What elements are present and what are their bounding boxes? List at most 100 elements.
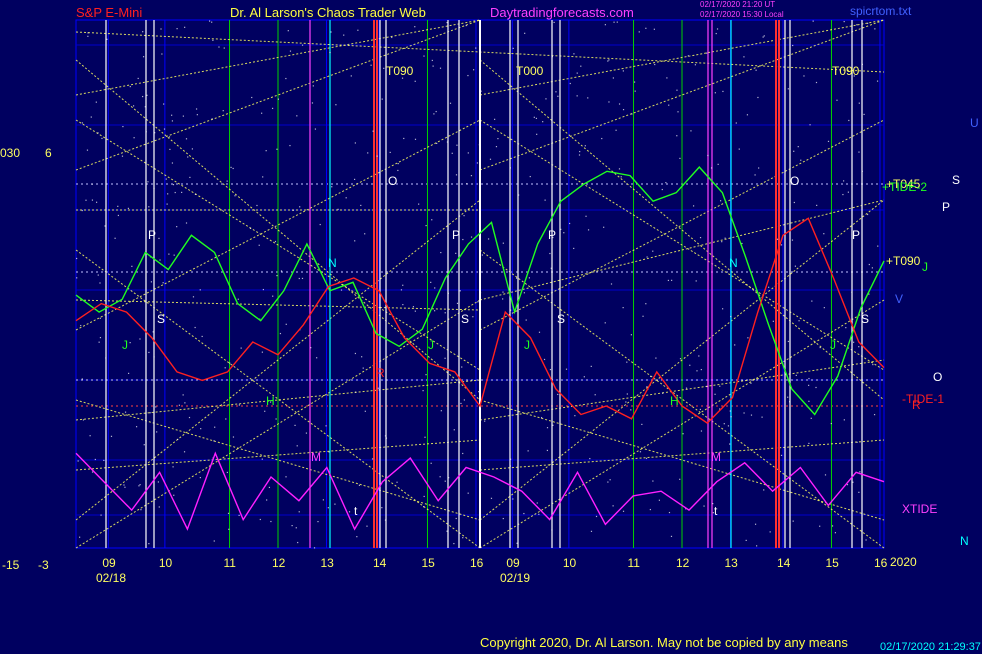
star-dot: [856, 24, 858, 26]
star-dot: [343, 34, 345, 36]
star-dot: [238, 404, 240, 406]
star-dot: [174, 191, 176, 194]
star-dot: [87, 35, 89, 37]
star-dot: [325, 425, 327, 427]
star-dot: [334, 503, 336, 505]
star-dot: [227, 512, 230, 514]
star-dot: [181, 191, 183, 193]
star-dot: [719, 200, 722, 202]
site-url-link[interactable]: Daytradingforecasts.com: [490, 6, 634, 20]
star-dot: [594, 394, 596, 396]
footer-timestamp: 02/17/2020 21:29:37: [880, 641, 981, 653]
star-dot: [719, 385, 721, 387]
right-label-r: R: [912, 398, 921, 412]
star-dot: [633, 81, 636, 83]
star-dot: [803, 75, 805, 77]
star-dot: [135, 426, 138, 428]
star-dot: [114, 237, 116, 239]
star-dot: [481, 254, 484, 256]
star-dot: [214, 426, 216, 428]
star-dot: [89, 435, 91, 437]
star-dot: [161, 53, 163, 55]
star-dot: [91, 199, 94, 201]
star-dot: [184, 402, 186, 404]
star-dot: [256, 204, 258, 207]
star-dot: [866, 213, 869, 216]
star-dot: [472, 69, 475, 71]
star-dot: [466, 183, 468, 185]
star-dot: [127, 207, 129, 209]
star-dot: [440, 251, 442, 254]
star-dot: [148, 351, 150, 354]
star-dot: [397, 163, 399, 165]
star-dot: [467, 152, 469, 154]
star-dot: [272, 295, 274, 297]
star-dot: [834, 532, 837, 534]
star-dot: [264, 410, 266, 412]
star-dot: [356, 536, 358, 538]
star-dot: [262, 176, 264, 178]
star-dot: [232, 436, 235, 438]
star-dot: [418, 203, 420, 205]
star-dot: [490, 497, 493, 499]
star-dot: [589, 457, 591, 460]
star-dot: [353, 178, 356, 180]
star-dot: [268, 486, 271, 489]
star-dot: [391, 36, 393, 39]
star-dot: [823, 307, 825, 309]
star-dot: [294, 424, 296, 426]
star-dot: [194, 326, 196, 329]
star-dot: [679, 157, 681, 160]
right-label-v: V: [895, 292, 904, 306]
star-dot: [871, 267, 873, 269]
star-dot: [297, 541, 299, 544]
star-dot: [95, 201, 98, 203]
star-dot: [431, 219, 433, 221]
star-dot: [310, 347, 312, 349]
star-dot: [639, 451, 642, 453]
star-dot: [703, 505, 705, 507]
star-dot: [670, 535, 673, 537]
star-dot: [475, 47, 477, 49]
star-dot: [604, 24, 606, 26]
star-dot: [157, 481, 160, 483]
star-dot: [529, 175, 531, 178]
star-dot: [366, 525, 368, 527]
star-dot: [847, 191, 849, 193]
star-dot: [512, 498, 514, 500]
star-dot: [461, 366, 463, 368]
star-dot: [422, 390, 424, 392]
right-label-xtide: XTIDE: [902, 502, 938, 516]
star-dot: [573, 53, 575, 55]
star-dot: [791, 239, 794, 241]
star-dot: [470, 236, 473, 238]
star-dot: [861, 170, 863, 172]
star-dot: [856, 441, 858, 443]
star-dot: [456, 302, 459, 304]
star-dot: [173, 494, 175, 496]
star-dot: [615, 129, 617, 131]
star-dot: [509, 465, 511, 467]
star-dot: [188, 416, 191, 419]
star-dot: [652, 250, 654, 252]
star-dot: [608, 59, 610, 61]
star-dot: [587, 97, 589, 99]
star-dot: [154, 132, 156, 134]
star-dot: [616, 21, 618, 23]
star-dot: [167, 193, 169, 195]
star-dot: [81, 378, 83, 380]
star-dot: [402, 304, 404, 306]
star-dot: [414, 26, 416, 28]
star-dot: [540, 416, 543, 419]
star-dot: [479, 292, 482, 294]
star-dot: [301, 44, 304, 46]
star-dot: [124, 486, 126, 488]
star-dot: [831, 525, 834, 527]
star-dot: [524, 32, 526, 34]
star-dot: [798, 320, 800, 322]
hour-tick-label: 11: [627, 556, 640, 570]
star-dot: [455, 252, 457, 254]
star-dot: [412, 306, 415, 308]
star-dot: [487, 238, 490, 240]
star-dot: [584, 145, 586, 147]
